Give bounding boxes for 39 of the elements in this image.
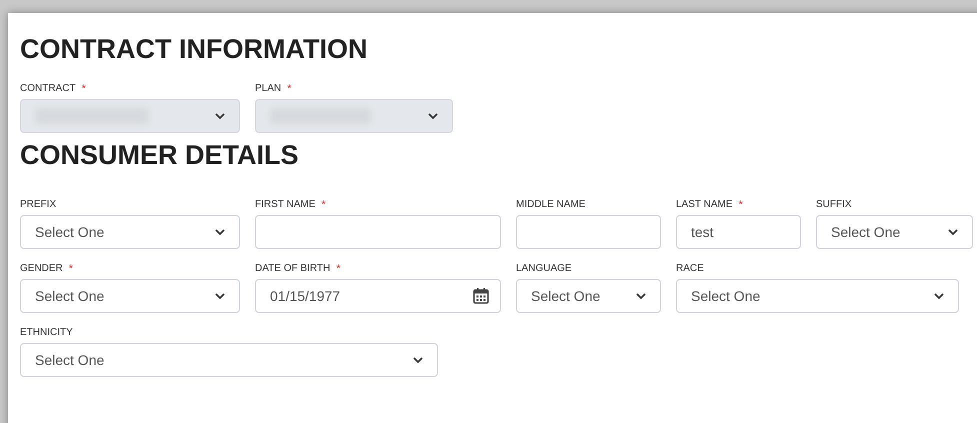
chevron-down-icon [413,356,423,364]
text-input-field[interactable]: test [676,215,801,249]
chevron-down-icon [215,112,225,120]
required-asterisk: * [287,83,292,95]
text-input-field[interactable] [255,215,501,249]
chevron-down-icon [428,112,438,120]
field-label: CONTRACT [20,83,76,95]
field-label: ETHNICITY [20,327,73,339]
chevron-down-icon [215,292,225,300]
field-label: GENDER [20,263,63,275]
field-label: MIDDLE NAME [516,199,586,211]
select-dropdown[interactable]: Select One [676,279,959,313]
field-label: DATE OF BIRTH [255,263,330,275]
field-label: LANGUAGE [516,263,572,275]
chevron-down-icon [934,292,944,300]
required-asterisk: * [321,199,326,211]
chevron-down-icon [636,292,646,300]
select-dropdown[interactable]: Select One [20,215,240,249]
required-asterisk: * [738,199,743,211]
field-label: RACE [676,263,704,275]
chevron-down-icon [948,228,958,236]
chevron-down-icon [215,228,225,236]
calendar-icon[interactable] [472,287,490,305]
section-heading: CONTRACT INFORMATION [20,33,368,65]
select-dropdown[interactable]: Select One [20,343,438,377]
field-label: PLAN [255,83,282,95]
date-input-field[interactable]: 01/15/1977 [255,279,501,313]
field-label: LAST NAME [676,199,732,211]
required-asterisk: * [336,263,340,275]
select-dropdown[interactable]: Select One [516,279,661,313]
required-asterisk: * [82,83,86,95]
text-input-field[interactable] [516,215,661,249]
section-heading: CONSUMER DETAILS [20,139,300,171]
field-label: SUFFIX [816,199,852,211]
field-label: PREFIX [20,199,56,211]
select-dropdown[interactable]: Select One [20,279,240,313]
required-asterisk: * [68,263,74,275]
select-dropdown[interactable]: Select One [816,215,973,249]
field-label: FIRST NAME [255,199,316,211]
